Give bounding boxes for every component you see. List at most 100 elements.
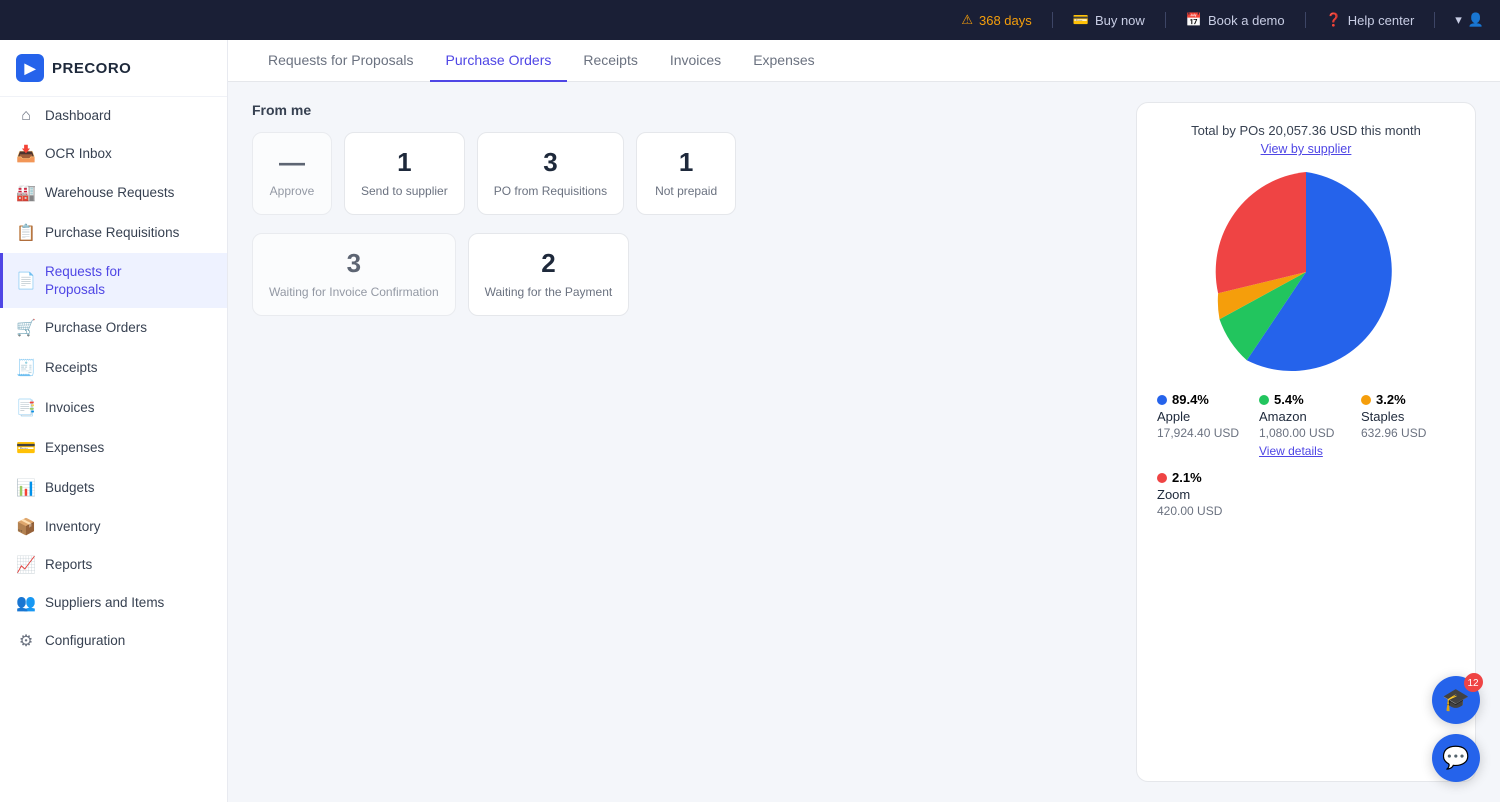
amazon-dot: [1259, 395, 1269, 405]
chart-legend: 89.4% Apple 17,924.40 USD 5.4% Amazon 1,…: [1157, 392, 1455, 518]
chart-panel: Total by POs 20,057.36 USD this month Vi…: [1136, 102, 1476, 782]
legend-zoom-amount: 420.00 USD: [1157, 504, 1251, 518]
stat-card-send-supplier[interactable]: 1 Send to supplier: [344, 132, 465, 215]
clipboard-icon: 📋: [17, 224, 35, 242]
sidebar-item-purchase-requisitions[interactable]: 📋 Purchase Requisitions +: [0, 213, 227, 253]
tabs-container: Requests for ProposalsPurchase OrdersRec…: [252, 40, 831, 81]
stat-number-po-requisitions: 3: [494, 147, 607, 178]
legend-staples-amount: 632.96 USD: [1361, 426, 1455, 440]
legend-zoom-pct: 2.1%: [1157, 470, 1251, 485]
view-details-link[interactable]: View details: [1259, 444, 1353, 458]
user-avatar-icon: 👤: [1468, 12, 1484, 28]
invoice-icon: 📑: [17, 399, 35, 417]
legend-apple-name: Apple: [1157, 409, 1251, 424]
help-badge: 12: [1465, 673, 1483, 691]
legend-amazon: 5.4% Amazon 1,080.00 USD View details: [1259, 392, 1353, 458]
stat-label-waiting-payment: Waiting for the Payment: [485, 285, 613, 299]
receipt-icon: 🧾: [17, 359, 35, 377]
tab-po[interactable]: Purchase Orders: [430, 40, 568, 82]
legend-staples-pct: 3.2%: [1361, 392, 1455, 407]
legend-zoom-name: Zoom: [1157, 487, 1251, 502]
credit-card-icon: 💳: [1073, 12, 1089, 28]
stat-card-not-prepaid[interactable]: 1 Not prepaid: [636, 132, 736, 215]
stat-label-po-requisitions: PO from Requisitions: [494, 184, 607, 198]
stats-row-1: — Approve 1 Send to supplier 3 PO from R…: [252, 132, 1112, 215]
logo-text: PRECORO: [52, 60, 131, 77]
chevron-down-icon: ▾: [1455, 12, 1462, 28]
budget-icon: 📊: [17, 479, 35, 497]
help-widget-button[interactable]: 🎓 12: [1432, 676, 1480, 724]
user-menu[interactable]: ▾ 👤: [1455, 12, 1484, 28]
stat-card-waiting-payment[interactable]: 2 Waiting for the Payment: [468, 233, 630, 316]
users-icon: 👥: [17, 594, 35, 612]
legend-staples-name: Staples: [1361, 409, 1455, 424]
nav-list: ⌂ Dashboard 📥 OCR Inbox 🏭 Warehouse Requ…: [0, 97, 227, 660]
tab-rfp[interactable]: Requests for Proposals: [252, 40, 430, 82]
apple-dot: [1157, 395, 1167, 405]
topbar-sep-2: [1165, 12, 1166, 28]
left-panel: From me — Approve 1 Send to supplier 3 P…: [252, 102, 1112, 782]
alert-days: 368 days: [979, 13, 1032, 28]
tab-invoices[interactable]: Invoices: [654, 40, 737, 82]
warehouse-icon: 🏭: [17, 184, 35, 202]
sidebar-item-expenses[interactable]: 💳 Expenses +: [0, 428, 227, 468]
sidebar-item-dashboard[interactable]: ⌂ Dashboard: [0, 97, 227, 135]
inbox-icon: 📥: [17, 145, 35, 163]
bar-chart-icon: 📈: [17, 556, 35, 574]
stat-card-po-requisitions[interactable]: 3 PO from Requisitions: [477, 132, 624, 215]
sidebar-item-budgets[interactable]: 📊 Budgets +: [0, 468, 227, 508]
stat-card-invoice-confirm[interactable]: 3 Waiting for Invoice Confirmation: [252, 233, 456, 316]
zoom-dot: [1157, 473, 1167, 483]
legend-apple-amount: 17,924.40 USD: [1157, 426, 1251, 440]
legend-apple-pct: 89.4%: [1157, 392, 1251, 407]
box-icon: 📦: [17, 518, 35, 536]
logo-icon: ▶: [16, 54, 44, 82]
main-content: Requests for ProposalsPurchase OrdersRec…: [228, 40, 1500, 802]
float-buttons: 🎓 12 💬: [1432, 676, 1480, 782]
stat-number-not-prepaid: 1: [653, 147, 719, 178]
home-icon: ⌂: [17, 107, 35, 125]
sidebar-item-requests-for-proposals[interactable]: 📄 Requests for Proposals +: [0, 253, 227, 308]
shopping-cart-icon: 🛒: [17, 319, 35, 337]
sidebar-item-configuration[interactable]: ⚙ Configuration: [0, 622, 227, 660]
stat-card-approve[interactable]: — Approve: [252, 132, 332, 215]
legend-amazon-name: Amazon: [1259, 409, 1353, 424]
calendar-icon: 📅: [1186, 12, 1202, 28]
trial-alert[interactable]: ⚠ 368 days: [961, 12, 1031, 28]
stat-number-send-supplier: 1: [361, 147, 448, 178]
legend-zoom: 2.1% Zoom 420.00 USD: [1157, 470, 1251, 518]
pie-svg: [1206, 172, 1406, 372]
sidebar-item-ocr-inbox[interactable]: 📥 OCR Inbox: [0, 135, 227, 173]
buy-now-button[interactable]: 💳 Buy now: [1073, 12, 1145, 28]
sidebar-item-suppliers-items[interactable]: 👥 Suppliers and Items: [0, 584, 227, 622]
page-content: From me — Approve 1 Send to supplier 3 P…: [228, 82, 1500, 802]
legend-staples: 3.2% Staples 632.96 USD: [1361, 392, 1455, 458]
settings-icon: ⚙: [17, 632, 35, 650]
view-by-supplier-link[interactable]: View by supplier: [1261, 142, 1352, 156]
tabs-bar: Requests for ProposalsPurchase OrdersRec…: [228, 40, 1500, 82]
help-center-button[interactable]: ❓ Help center: [1326, 12, 1415, 28]
sidebar-item-purchase-orders[interactable]: 🛒 Purchase Orders +: [0, 308, 227, 348]
sidebar-item-inventory[interactable]: 📦 Inventory: [0, 508, 227, 546]
sidebar-item-receipts[interactable]: 🧾 Receipts +: [0, 348, 227, 388]
section-title: From me: [252, 102, 1112, 118]
stat-label-invoice-confirm: Waiting for Invoice Confirmation: [269, 285, 439, 299]
chat-button[interactable]: 💬: [1432, 734, 1480, 782]
sidebar-item-reports[interactable]: 📈 Reports: [0, 546, 227, 584]
layout: ▶ PRECORO ⌂ Dashboard 📥 OCR Inbox 🏭 Ware…: [0, 40, 1500, 802]
sidebar: ▶ PRECORO ⌂ Dashboard 📥 OCR Inbox 🏭 Ware…: [0, 40, 228, 802]
tab-receipts[interactable]: Receipts: [567, 40, 653, 82]
stat-label-not-prepaid: Not prepaid: [655, 184, 717, 198]
stat-label-approve: Approve: [270, 184, 315, 198]
question-icon: ❓: [1326, 12, 1342, 28]
legend-apple: 89.4% Apple 17,924.40 USD: [1157, 392, 1251, 458]
sidebar-item-warehouse-requests[interactable]: 🏭 Warehouse Requests +: [0, 173, 227, 213]
topbar-sep-3: [1305, 12, 1306, 28]
stat-number-approve: —: [269, 147, 315, 178]
tab-expenses[interactable]: Expenses: [737, 40, 830, 82]
stat-number-invoice-confirm: 3: [269, 248, 439, 279]
stats-row-2: 3 Waiting for Invoice Confirmation 2 Wai…: [252, 233, 1112, 316]
sidebar-item-invoices[interactable]: 📑 Invoices +: [0, 388, 227, 428]
legend-amazon-pct: 5.4%: [1259, 392, 1353, 407]
book-demo-button[interactable]: 📅 Book a demo: [1186, 12, 1285, 28]
